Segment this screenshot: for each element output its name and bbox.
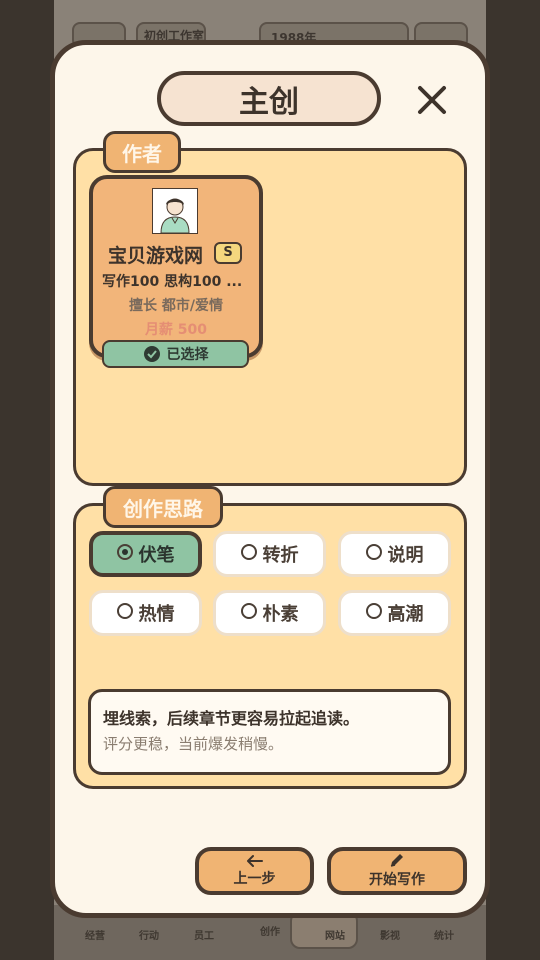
author-rank-badge: S [214,242,242,264]
nav-item: 网站 [325,931,345,942]
radio-icon [116,603,133,619]
option-label: 高潮 [387,604,424,625]
nav-item: 员工 [194,931,214,942]
option-foreshadow[interactable]: 伏笔 [89,531,202,577]
radio-icon [365,544,382,560]
author-stats: 写作100 思构100 ... [102,274,243,290]
start-writing-label: 开始写作 [369,872,425,888]
pencil-icon [390,854,403,867]
close-icon [418,86,446,114]
option-explain[interactable]: 说明 [338,531,451,577]
radio-selected-icon [116,544,133,560]
check-circle-icon [143,346,160,362]
radio-icon [365,603,382,619]
option-twist[interactable]: 转折 [213,531,326,577]
modal-title: 主创 [157,71,381,126]
nav-item: 统计 [434,931,454,942]
option-label: 转折 [262,545,299,566]
option-label: 热情 [138,604,175,625]
back-button[interactable]: 上一步 [195,847,314,895]
option-passion[interactable]: 热情 [89,590,202,636]
option-description-box [88,689,451,775]
option-label: 说明 [387,545,424,566]
option-plain[interactable]: 朴素 [213,590,326,636]
author-avatar [152,188,198,234]
arrow-left-icon [246,855,263,867]
author-name: 宝贝游戏网 [108,245,204,267]
author-salary: 月薪 500 [144,322,208,338]
radio-icon [240,544,257,560]
start-writing-button[interactable]: 开始写作 [327,847,467,895]
back-button-label: 上一步 [233,871,276,887]
author-specialty: 擅长 都市/爱情 [129,298,223,314]
close-button[interactable] [414,82,450,118]
option-description-main: 埋线索，后续章节更容易拉起追读。 [103,709,360,728]
option-label: 伏笔 [138,545,175,566]
option-description-sub: 评分更稳，当前爆发稍慢。 [103,735,284,753]
nav-item: 经营 [85,931,105,942]
idea-section-label: 创作思路 [103,486,223,528]
option-climax[interactable]: 高潮 [338,590,451,636]
selected-badge: 已选择 [102,340,249,368]
nav-item: 影视 [380,931,400,942]
author-section-label: 作者 [103,131,181,173]
selected-label: 已选择 [166,347,209,363]
radio-icon [240,603,257,619]
option-label: 朴素 [262,604,299,625]
person-icon [153,189,197,234]
nav-item: 创作 [260,927,280,938]
nav-item: 行动 [139,931,159,942]
